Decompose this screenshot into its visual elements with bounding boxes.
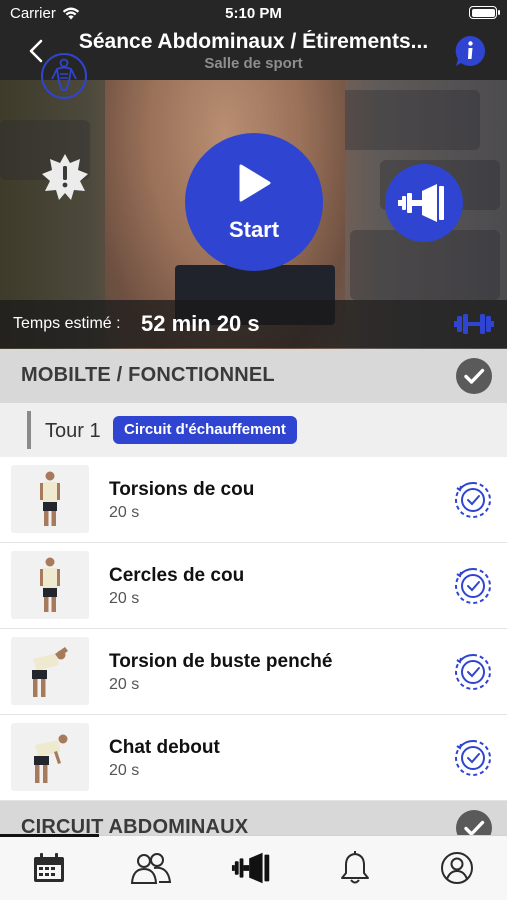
- estimated-time-value: 52 min 20 s: [141, 311, 260, 336]
- tab-workout[interactable]: [231, 850, 275, 886]
- exercise-name: Cercles de cou: [109, 565, 245, 586]
- tab-profile[interactable]: [435, 850, 479, 886]
- round-header: Tour 1 Circuit d'échauffement: [0, 403, 507, 457]
- status-bar: Carrier 5:10 PM: [0, 0, 507, 26]
- info-icon: [455, 36, 485, 66]
- exercise-name: Torsion de buste penché: [109, 651, 333, 672]
- bell-icon: [341, 851, 369, 884]
- calendar-icon: [34, 853, 64, 882]
- exercise-name: Torsions de cou: [109, 479, 255, 500]
- circuit-badge: Circuit d'échauffement: [113, 416, 297, 444]
- exercise-item[interactable]: Torsion de buste penché 20 s: [0, 629, 507, 715]
- warning-button[interactable]: [40, 152, 90, 202]
- tab-community[interactable]: [129, 850, 173, 886]
- check-circle-icon: [456, 358, 492, 394]
- tab-notifications[interactable]: [333, 850, 377, 886]
- muscle-map-button[interactable]: [40, 52, 88, 100]
- exercise-thumbnail: [11, 637, 89, 705]
- equipment-toggle[interactable]: [453, 312, 495, 336]
- exercise-duration: 20 s: [109, 762, 140, 779]
- profile-icon: [441, 852, 473, 884]
- anatomy-icon: [41, 53, 87, 99]
- exercise-item[interactable]: Cercles de cou 20 s: [0, 543, 507, 629]
- exercise-thumbnail: [11, 465, 89, 533]
- page-subtitle: Salle de sport: [204, 55, 303, 72]
- exercise-thumbnail: [11, 551, 89, 619]
- battery-icon: [469, 6, 500, 19]
- workout-icon: [231, 852, 270, 884]
- status-time: 5:10 PM: [225, 5, 282, 22]
- exercise-item[interactable]: Chat debout 20 s: [0, 715, 507, 801]
- dumbbell-machine-icon: [398, 184, 444, 222]
- exercise-duration: 20 s: [109, 676, 140, 693]
- play-icon: [239, 164, 271, 202]
- start-label: Start: [228, 217, 280, 242]
- dumbbell-icon: [454, 314, 494, 334]
- alert-badge-icon: [42, 154, 88, 200]
- estimated-time-label: Temps estimé :: [13, 315, 121, 332]
- community-icon: [130, 853, 172, 884]
- tab-bar: [0, 834, 507, 900]
- exercise-list: Torsions de cou 20 s Cercles de cou 20 s: [0, 457, 507, 801]
- round-indicator: [27, 411, 31, 449]
- exercise-name: Chat debout: [109, 737, 220, 758]
- page-title: Séance Abdominaux / Étirements...: [78, 30, 429, 53]
- round-label: Tour 1: [45, 420, 101, 442]
- exercise-duration: 20 s: [109, 504, 140, 521]
- section-header[interactable]: MOBILTE / FONCTIONNEL: [0, 349, 507, 403]
- equipment-button[interactable]: [385, 164, 463, 242]
- timer-icon[interactable]: [454, 567, 492, 605]
- info-button[interactable]: [453, 34, 487, 68]
- timer-icon[interactable]: [454, 481, 492, 519]
- estimated-time-bar: Temps estimé : 52 min 20 s: [0, 300, 507, 348]
- tab-calendar[interactable]: [27, 850, 71, 886]
- start-button[interactable]: Start: [185, 133, 323, 271]
- exercise-item[interactable]: Torsions de cou 20 s: [0, 457, 507, 543]
- tab-indicator: [0, 834, 99, 837]
- timer-icon[interactable]: [454, 653, 492, 691]
- exercise-thumbnail: [11, 723, 89, 791]
- section-title: MOBILTE / FONCTIONNEL: [21, 364, 275, 386]
- timer-icon[interactable]: [454, 739, 492, 777]
- exercise-duration: 20 s: [109, 590, 140, 607]
